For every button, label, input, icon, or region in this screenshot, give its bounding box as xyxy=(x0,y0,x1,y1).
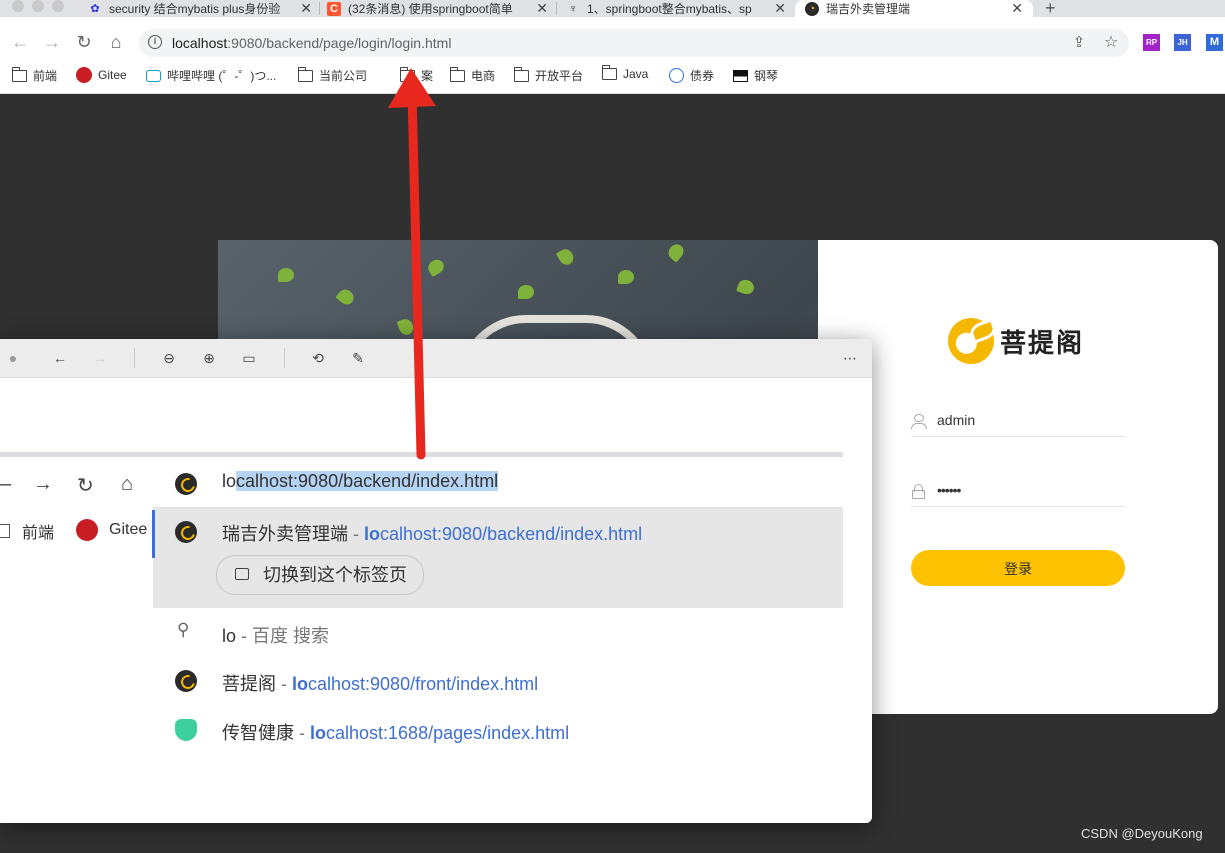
watermark: CSDN @DeyouKong xyxy=(1081,826,1203,841)
annotation-arrow xyxy=(388,68,436,460)
